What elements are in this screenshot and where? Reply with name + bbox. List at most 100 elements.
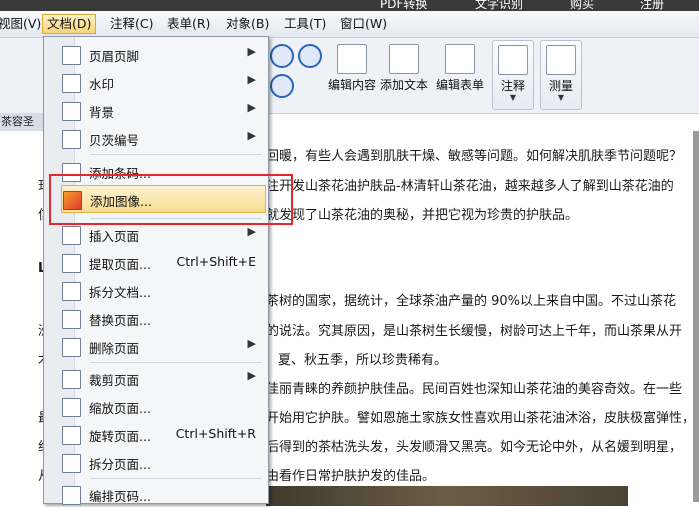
ocr-link[interactable]: 文字识别 xyxy=(475,0,523,11)
document-photo xyxy=(266,486,628,506)
edit-form-button[interactable]: 编辑表单 xyxy=(434,40,486,108)
split-page-icon xyxy=(62,454,81,473)
doc-line: 开始用它护肤。譬如恩施土家族女性喜欢用山茶花油沐浴，皮肤极富弹性， xyxy=(266,411,696,426)
menu-separator xyxy=(90,154,262,155)
menu-item-label: 拆分文档... xyxy=(89,285,151,300)
highlight-annotation-box xyxy=(49,174,293,225)
menu-tools[interactable]: 工具(T) xyxy=(280,15,330,33)
menu-item-header-footer[interactable]: 页眉页脚 ▶ xyxy=(44,41,268,67)
top-title-strip: PDF转换 文字识别 购买 注册 xyxy=(0,0,699,11)
menu-item-replace-page[interactable]: 替换页面... xyxy=(44,305,268,331)
menu-separator xyxy=(90,478,262,479)
annotate-dropdown-icon: ▼ xyxy=(509,93,517,102)
edit-content-button[interactable]: 编辑内容 xyxy=(326,40,378,108)
menu-item-label: 旋转页面... xyxy=(89,429,151,444)
menu-document[interactable]: 文档(D) xyxy=(42,14,97,34)
menu-item-label: 删除页面 xyxy=(89,341,140,356)
menu-item-label: 提取页面... xyxy=(89,257,151,272)
menu-item-scale-page[interactable]: 缩放页面... xyxy=(44,393,268,419)
register-link[interactable]: 注册 xyxy=(640,0,664,11)
menu-object[interactable]: 对象(B) xyxy=(222,15,273,33)
background-icon xyxy=(62,102,81,121)
page-numbering-icon xyxy=(62,486,81,505)
edit-content-label: 编辑内容 xyxy=(327,78,376,92)
menu-item-label: 拆分页面... xyxy=(89,457,151,472)
submenu-arrow-icon: ▶ xyxy=(247,73,256,86)
bates-number-icon xyxy=(62,130,81,149)
menu-item-label: 页眉页脚 xyxy=(89,49,140,64)
add-text-icon xyxy=(389,44,419,74)
submenu-arrow-icon: ▶ xyxy=(247,369,256,382)
menu-separator xyxy=(90,362,262,363)
menu-bar: 视图(V) 文档(D) 注释(C) 表单(R) 对象(B) 工具(T) 窗口(W… xyxy=(0,11,699,38)
menu-item-label: 编排页码... xyxy=(89,489,151,504)
measure-button[interactable]: 测量 ▼ xyxy=(540,40,582,110)
scale-page-icon xyxy=(62,398,81,417)
doc-line: 茶树的国家，据统计，全球茶油产量的 90%以上来自中国。不过山茶花 xyxy=(266,294,677,309)
zoom-in-icon[interactable] xyxy=(270,44,294,68)
menu-item-split-page[interactable]: 拆分页面... xyxy=(44,449,268,475)
delete-page-icon xyxy=(62,338,81,357)
menu-item-split-document[interactable]: 拆分文档... xyxy=(44,277,268,303)
menu-item-shortcut: Ctrl+Shift+E xyxy=(176,254,257,269)
submenu-arrow-icon: ▶ xyxy=(247,337,256,350)
menu-item-label: 贝茨编号 xyxy=(89,133,140,148)
doc-line: 后得到的茶枯洗头发，头发顺滑又黑亮。如今无论中外，从名媛到明星， xyxy=(266,440,683,455)
menu-item-label: 裁剪页面 xyxy=(89,373,140,388)
split-document-icon xyxy=(62,282,81,301)
edit-form-label: 编辑表单 xyxy=(435,78,484,92)
doc-line: 就发现了山茶花油的奥秘，并把它视为珍贵的护肤品。 xyxy=(266,208,579,223)
zoom-out-icon[interactable] xyxy=(298,44,322,68)
measure-label: 测量 xyxy=(548,79,573,93)
edit-content-icon xyxy=(337,44,367,74)
header-footer-icon xyxy=(62,46,81,65)
menu-item-shortcut: Ctrl+Shift+R xyxy=(175,426,256,441)
annotate-icon xyxy=(498,45,528,75)
measure-icon xyxy=(546,45,576,75)
submenu-arrow-icon: ▶ xyxy=(247,101,256,114)
watermark-icon xyxy=(62,74,81,93)
edit-form-icon xyxy=(445,44,475,74)
doc-line: 佳丽青睐的养颜护肤佳品。民间百姓也深知山茶花油的美容奇效。在一些 xyxy=(266,382,683,397)
doc-line: 由看作日常护肤护发的佳品。 xyxy=(266,469,436,484)
crop-page-icon xyxy=(62,370,81,389)
menu-item-label: 插入页面 xyxy=(89,229,140,244)
document-tab[interactable]: 茶容圣品- xyxy=(0,113,44,146)
document-menu-dropdown: 页眉页脚 ▶ 水印 ▶ 背景 ▶ 贝茨编号 ▶ 添加条码... 添加图像... … xyxy=(43,36,269,507)
pdf-convert-link[interactable]: PDF转换 xyxy=(380,0,427,11)
doc-line: 注开发山茶花油护肤品-林清轩山茶花油，越来越多人了解到山茶花油的 xyxy=(266,179,674,194)
submenu-arrow-icon: ▶ xyxy=(247,45,256,58)
annotate-label: 注释 xyxy=(500,79,525,93)
menu-form[interactable]: 表单(R) xyxy=(163,15,214,33)
add-text-button[interactable]: 添加文本 xyxy=(378,40,430,108)
extract-page-icon xyxy=(62,254,81,273)
page-shadow xyxy=(693,131,699,502)
add-text-label: 添加文本 xyxy=(379,78,428,92)
doc-line: 回暖，有些人会遇到肌肤干燥、敏感等问题。如何解决肌肤季节问题呢？ xyxy=(266,149,683,164)
menu-window[interactable]: 窗口(W) xyxy=(336,15,391,33)
zoom-fit-icon[interactable] xyxy=(270,74,294,98)
doc-line: 的说法。究其原因，是山茶树生长缓慢，树龄可达上千年，而山茶果从开 xyxy=(266,324,683,339)
measure-dropdown-icon: ▼ xyxy=(557,93,565,102)
annotate-button[interactable]: 注释 ▼ xyxy=(492,40,534,110)
replace-page-icon xyxy=(62,310,81,329)
menu-item-crop-page[interactable]: 裁剪页面 ▶ xyxy=(44,365,268,391)
menu-item-rotate-page[interactable]: 旋转页面... Ctrl+Shift+R xyxy=(44,421,268,447)
menu-item-label: 水印 xyxy=(89,77,115,92)
doc-line: 夏、秋五季，所以珍贵稀有。 xyxy=(278,353,448,368)
menu-item-background[interactable]: 背景 ▶ xyxy=(44,97,268,123)
menu-item-extract-page[interactable]: 提取页面... Ctrl+Shift+E xyxy=(44,249,268,275)
menu-item-delete-page[interactable]: 删除页面 ▶ xyxy=(44,333,268,359)
menu-item-label: 缩放页面... xyxy=(89,401,151,416)
submenu-arrow-icon: ▶ xyxy=(247,225,256,238)
submenu-arrow-icon: ▶ xyxy=(247,129,256,142)
insert-page-icon xyxy=(62,226,81,245)
menu-view[interactable]: 视图(V) xyxy=(0,15,45,33)
menu-item-bates-number[interactable]: 贝茨编号 ▶ xyxy=(44,125,268,151)
rotate-page-icon xyxy=(62,426,81,445)
menu-item-watermark[interactable]: 水印 ▶ xyxy=(44,69,268,95)
menu-item-label: 替换页面... xyxy=(89,313,151,328)
menu-item-page-numbering[interactable]: 编排页码... xyxy=(44,481,268,507)
menu-comment[interactable]: 注释(C) xyxy=(106,15,157,33)
buy-link[interactable]: 购买 xyxy=(570,0,594,11)
